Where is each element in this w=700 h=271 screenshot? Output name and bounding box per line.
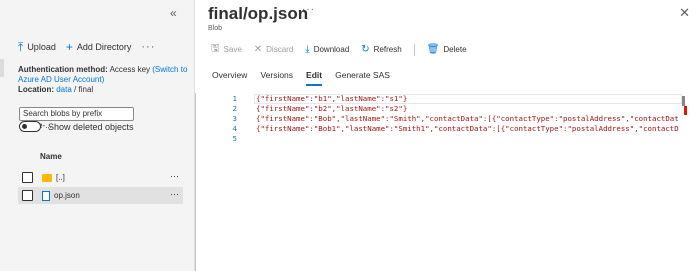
line-code[interactable]: {"firstName":"Bob","lastName":"Smith","c… <box>256 114 679 123</box>
row-label: op.json <box>54 191 80 200</box>
editor-line: 5 <box>224 134 237 144</box>
delete-button[interactable]: 🗑 Delete <box>427 44 467 55</box>
download-button[interactable]: ⤓ Download <box>305 44 349 55</box>
auth-info: Authentication method: Access key (Switc… <box>18 65 188 95</box>
title-more-button[interactable]: ··· <box>302 4 315 15</box>
column-header-name[interactable]: Name <box>40 152 62 161</box>
more-commands-button[interactable]: ··· <box>141 41 155 53</box>
upload-button[interactable]: ⤒ Upload <box>18 39 56 54</box>
editor-line: 2 {"firstName":"b2","lastName":"s2"} <box>224 104 408 114</box>
plus-icon: + <box>65 39 73 54</box>
list-item[interactable]: op.json ··· <box>18 187 183 204</box>
storage-browser: « ⤒ Upload + Add Directory ··· Authentic… <box>0 0 700 271</box>
row-more-button[interactable]: ··· <box>170 189 179 199</box>
command-divider <box>413 43 415 56</box>
line-code[interactable]: {"firstName":"b1","lastName":"s1"} <box>256 94 407 103</box>
row-label: [..] <box>56 173 65 182</box>
page-title: final/op.json <box>208 4 309 23</box>
line-number: 1 <box>232 94 237 103</box>
line-number: 2 <box>232 104 237 113</box>
line-number: 3 <box>232 114 237 123</box>
refresh-label: Refresh <box>373 45 402 54</box>
folder-icon <box>42 173 52 182</box>
error-marker <box>684 106 687 115</box>
row-more-button[interactable]: ··· <box>170 171 179 181</box>
editor-line: 3 {"firstName":"Bob","lastName":"Smith",… <box>224 114 679 124</box>
upload-icon: ⤒ <box>18 39 24 54</box>
auth-method-value: Access key <box>109 65 151 74</box>
location-folder: final <box>78 85 94 94</box>
location-label: Location: <box>18 85 54 94</box>
tab-generate-sas[interactable]: Generate SAS <box>335 70 390 86</box>
selection-marker <box>0 59 4 77</box>
blob-explorer-pane: « ⤒ Upload + Add Directory ··· Authentic… <box>0 0 193 271</box>
save-button[interactable]: 🖫 Save <box>211 41 242 58</box>
collapse-pane-icon[interactable]: « <box>170 6 177 20</box>
discard-icon: ✕ <box>253 44 263 55</box>
refresh-button[interactable]: ↻ Refresh <box>361 44 401 55</box>
delete-label: Delete <box>443 45 467 54</box>
tab-edit[interactable]: Edit <box>306 70 323 86</box>
add-directory-label: Add Directory <box>76 42 132 52</box>
page-subtitle: Blob <box>208 25 223 32</box>
line-number: 4 <box>232 124 237 133</box>
explorer-toolbar: ⤒ Upload + Add Directory ··· <box>18 39 155 54</box>
discard-button[interactable]: ✕ Discard <box>254 44 294 55</box>
auth-method-label: Authentication method: <box>18 65 108 74</box>
discard-label: Discard <box>266 45 294 54</box>
toggle-label: Show deleted objects <box>48 121 134 132</box>
blob-editor-pane: final/op.json ··· Blob ✕ 🖫 Save ✕ Discar… <box>194 0 700 271</box>
location-container-link[interactable]: data <box>56 85 72 94</box>
line-number: 5 <box>232 134 237 143</box>
command-bar: 🖫 Save ✕ Discard ⤓ Download ↻ Refresh 🗑 … <box>211 41 467 58</box>
editor-scrollbar-thumb[interactable] <box>682 96 685 106</box>
save-icon: 🖫 <box>211 43 220 54</box>
tab-overview[interactable]: Overview <box>212 70 247 86</box>
row-checkbox[interactable] <box>22 190 33 201</box>
file-json-icon <box>42 190 50 201</box>
line-code[interactable]: {"firstName":"Bob1","lastName":"Smith1",… <box>256 124 679 133</box>
show-deleted-toggle[interactable]: Show deleted objects <box>19 121 134 132</box>
code-editor[interactable]: 1 {"firstName":"b1","lastName":"s1"} 2 {… <box>224 94 690 271</box>
toggle-switch[interactable] <box>19 121 41 132</box>
list-item[interactable]: [..] ··· <box>18 169 183 186</box>
save-label: Save <box>223 45 242 54</box>
editor-line: 4 {"firstName":"Bob1","lastName":"Smith1… <box>224 124 679 134</box>
line-code[interactable]: {"firstName":"b2","lastName":"s2"} <box>256 104 407 113</box>
download-icon: ⤓ <box>305 44 310 55</box>
location-separator: / <box>74 85 77 94</box>
editor-left-border <box>195 93 196 271</box>
refresh-icon: ↻ <box>361 44 370 55</box>
add-directory-button[interactable]: + Add Directory <box>65 39 132 54</box>
tab-versions[interactable]: Versions <box>260 70 293 86</box>
close-icon[interactable]: ✕ <box>679 5 690 21</box>
trash-icon: 🗑 <box>426 44 440 55</box>
download-label: Download <box>313 45 350 54</box>
editor-line: 1 {"firstName":"b1","lastName":"s1"} <box>224 94 408 104</box>
upload-label: Upload <box>27 42 56 52</box>
tab-strip: Overview Versions Edit Generate SAS <box>212 70 390 86</box>
row-checkbox[interactable] <box>22 172 33 183</box>
search-blobs-input[interactable]: Search blobs by prefix (case-... <box>19 107 134 130</box>
